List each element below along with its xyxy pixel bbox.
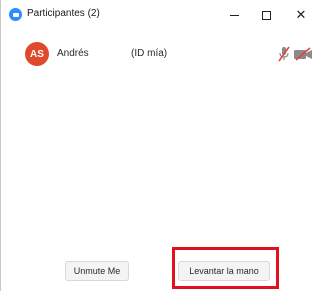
- participant-name: Andrés: [57, 48, 89, 59]
- participants-window: Participantes (2) ✕ AS Andrés (ID mía) U…: [0, 0, 312, 291]
- title-bar[interactable]: Participantes (2) ✕: [1, 0, 312, 30]
- participant-self-tag: (ID mía): [131, 48, 168, 59]
- zoom-app-icon: [9, 8, 22, 21]
- unmute-button[interactable]: Unmute Me: [65, 261, 129, 281]
- maximize-icon: [261, 10, 271, 20]
- close-button[interactable]: ✕: [286, 4, 316, 26]
- minimize-icon: [229, 14, 239, 16]
- window-title: Participantes (2): [27, 8, 100, 19]
- avatar-initials: AS: [30, 48, 44, 60]
- video-off-icon[interactable]: [293, 47, 313, 61]
- participant-row[interactable]: AS Andrés (ID mía): [1, 42, 312, 68]
- highlight-box: [172, 247, 279, 289]
- maximize-button[interactable]: [251, 4, 281, 26]
- close-icon: ✕: [295, 7, 307, 22]
- avatar: AS: [25, 42, 49, 66]
- mic-muted-icon[interactable]: [277, 46, 291, 62]
- minimize-button[interactable]: [219, 4, 249, 26]
